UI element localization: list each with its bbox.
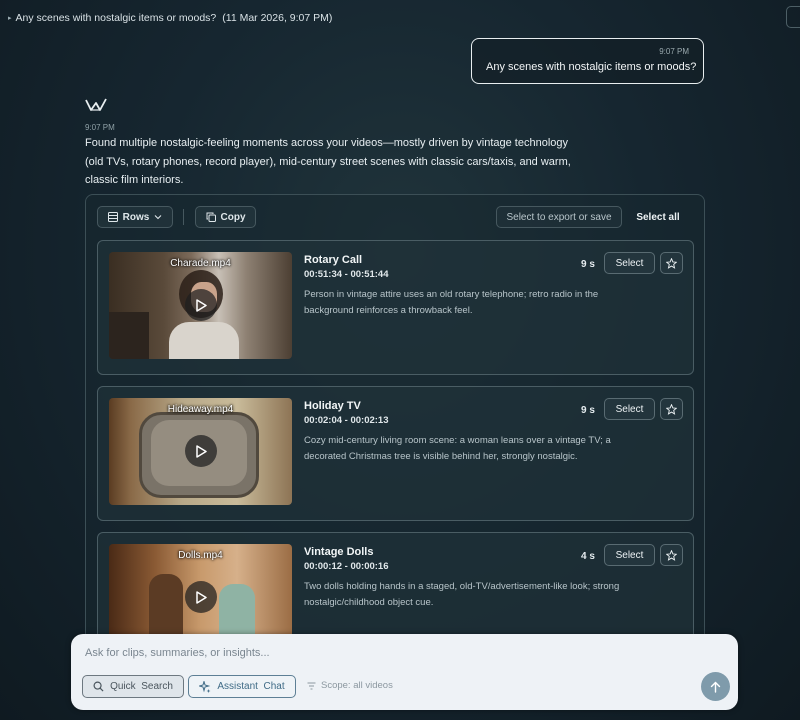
rows-view-button[interactable]: Rows [97,206,173,228]
clip-description: Person in vintage attire uses an old rot… [304,289,599,316]
copy-icon [206,212,216,222]
search-icon [93,681,104,692]
clip-duration: 9 s [581,405,595,416]
clip-timecode: 00:00:12 - 00:00:16 [304,561,389,572]
results-toolbar: Rows Copy Select to export or save Selec… [86,195,704,235]
select-clip-button[interactable]: Select [604,398,655,420]
logo-icon [85,98,107,111]
play-icon [196,298,207,312]
copy-button[interactable]: Copy [195,206,256,228]
send-button[interactable] [701,672,730,701]
select-clip-button[interactable]: Select [604,252,655,274]
favorite-button[interactable] [660,544,683,566]
video-thumbnail[interactable]: Charade.mp4 [109,252,292,359]
assistant-message-text: Found multiple nostalgic-feeling moments… [85,137,571,186]
video-filename: Charade.mp4 [170,258,231,269]
chevron-right-icon: ▸ [8,15,12,22]
rows-icon [107,212,118,222]
assistant-message-time: 9:07 PM [85,123,115,132]
play-button[interactable] [185,289,217,321]
conversation-title: Any scenes with nostalgic items or moods… [15,12,217,24]
clip-duration: 4 s [581,551,595,562]
star-icon [666,549,677,561]
play-icon [196,590,207,604]
chevron-down-icon [154,215,162,220]
favorite-button[interactable] [660,252,683,274]
favorite-button[interactable] [660,398,683,420]
clip-title: Rotary Call [304,254,363,266]
user-message-text: Any scenes with nostalgic items or moods… [486,61,697,73]
panel-toggle-button[interactable] [786,6,800,28]
export-save-button[interactable]: Select to export or save [496,206,622,228]
scope-filter[interactable]: Scope: all videos [307,680,393,691]
conversation-date: (11 Mar 2026, 9:07 PM) [222,12,333,24]
clip-duration: 9 s [581,259,595,270]
conversation-header[interactable]: ▸ Any scenes with nostalgic items or moo… [0,0,800,36]
chat-composer: Ask for clips, summaries, or insights...… [71,634,738,710]
play-button[interactable] [185,581,217,613]
result-card[interactable]: Charade.mp4 Rotary Call 00:51:34 - 00:51… [97,240,694,375]
sparkle-icon [199,680,211,693]
rows-view-label: Rows [122,211,150,223]
play-icon [196,444,207,458]
play-button[interactable] [185,435,217,467]
scope-label: Scope: all videos [321,680,393,691]
select-all-button[interactable]: Select all [632,206,684,228]
clip-description: Two dolls holding hands in a staged, old… [304,581,620,608]
quick-search-button[interactable]: Quick Search [82,675,184,698]
video-thumbnail[interactable]: Hideaway.mp4 [109,398,292,505]
arrow-up-icon [710,681,721,693]
select-clip-button[interactable]: Select [604,544,655,566]
result-card[interactable]: Hideaway.mp4 Holiday TV 00:02:04 - 00:02… [97,386,694,521]
video-filename: Dolls.mp4 [178,550,223,561]
user-message: 9:07 PM Any scenes with nostalgic items … [471,38,704,84]
clip-timecode: 00:02:04 - 00:02:13 [304,415,389,426]
user-message-time: 9:07 PM [659,47,689,56]
clip-timecode: 00:51:34 - 00:51:44 [304,269,389,280]
assistant-chat-label: Assistant Chat [217,681,285,692]
clip-title: Vintage Dolls [304,546,374,558]
assistant-chat-button[interactable]: Assistant Chat [188,675,296,698]
results-panel: Rows Copy Select to export or save Selec… [85,194,705,654]
chat-input[interactable]: Ask for clips, summaries, or insights... [85,647,270,659]
copy-label: Copy [220,211,246,223]
video-filename: Hideaway.mp4 [167,404,234,415]
quick-search-label: Quick Search [110,681,173,692]
star-icon [666,403,677,415]
clip-title: Holiday TV [304,400,361,412]
filter-icon [307,682,316,689]
toolbar-divider [183,209,184,225]
star-icon [666,257,677,269]
clip-description: Cozy mid-century living room scene: a wo… [304,435,611,462]
